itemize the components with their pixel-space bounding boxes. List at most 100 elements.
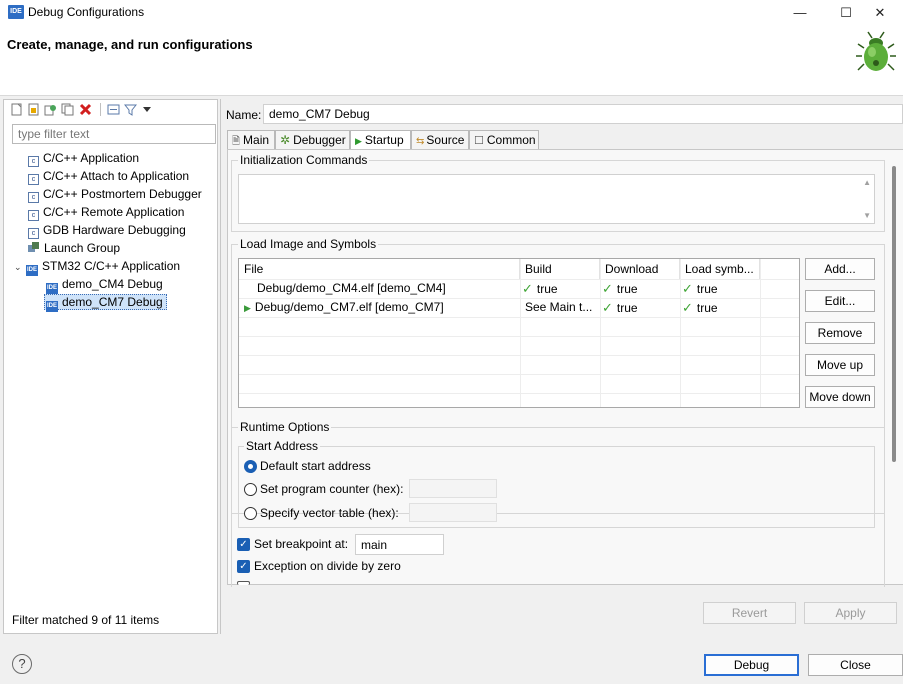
chevron-down-icon[interactable]: ⌄ [14,258,26,276]
window-title: Debug Configurations [28,5,145,19]
tree-item-c-remote[interactable]: c C/C++ Remote Application [14,203,202,221]
partial-checkbox[interactable] [237,581,250,585]
c-config-icon: c [28,174,39,185]
view-menu-icon[interactable] [141,103,154,116]
vector-table-input [409,503,497,522]
bug-icon [856,31,896,71]
scroll-down-icon[interactable]: ▼ [863,211,871,220]
init-commands-title: Initialization Commands [238,153,370,167]
load-image-title: Load Image and Symbols [238,237,379,251]
debugger-bug-icon: ✲ [280,133,291,147]
table-row-download[interactable]: ✓ true [602,298,638,317]
configuration-tree: c C/C++ Application c C/C++ Attach to Appl… [14,149,202,312]
name-input[interactable]: demo_CM7 Debug [263,104,903,124]
move-down-button[interactable]: Move down [805,386,875,408]
revert-button[interactable]: Revert [703,602,796,624]
set-breakpoint-checkbox[interactable]: ✓ [237,538,250,551]
default-start-address-radio[interactable] [244,460,257,473]
init-commands-textarea[interactable]: ▲ ▼ [238,174,875,224]
vector-table-radio[interactable] [244,507,257,520]
configuration-editor-panel: Name: demo_CM7 Debug 🗎 Main ✲ Debugger ▶ St… [220,99,903,634]
table-row-file[interactable]: Debug/demo_CM4.elf [demo_CM4] [257,279,446,298]
dialog-footer: ? Debug Close [0,634,903,684]
check-icon: ✓ [522,281,533,296]
tree-item-c-application[interactable]: c C/C++ Application [14,149,202,167]
table-row-build[interactable]: ✓ true [522,279,558,298]
column-download[interactable]: Download [600,259,680,279]
ide-icon: IDE [46,301,58,312]
set-program-counter-radio[interactable] [244,483,257,496]
tab-debugger[interactable]: ✲ Debugger [275,130,350,150]
debug-button[interactable]: Debug [704,654,799,676]
column-load-symbols[interactable]: Load symb... [680,259,760,279]
startup-arrow-icon: ▶ [244,303,251,313]
export-configuration-icon[interactable] [44,103,57,116]
scroll-up-icon[interactable]: ▲ [863,178,871,187]
play-icon: ▶ [355,136,362,146]
c-config-icon: c [28,156,39,167]
c-config-icon: c [28,192,39,203]
column-build[interactable]: Build [520,259,600,279]
collapse-all-icon[interactable] [107,103,120,116]
new-configuration-icon[interactable] [10,103,23,116]
table-row-load[interactable]: ✓ true [682,298,718,317]
edit-button[interactable]: Edit... [805,290,875,312]
tab-startup[interactable]: ▶ Startup [350,130,411,151]
program-counter-input [409,479,497,498]
check-icon: ✓ [682,281,693,296]
table-row-build[interactable]: See Main t... [525,298,592,317]
document-icon: 🗎 [232,136,241,147]
tree-item-demo-cm4[interactable]: IDE demo_CM4 Debug [14,275,202,294]
startup-tab-content: Initialization Commands ▲ ▼ Load Image a… [227,149,903,587]
check-icon: ✓ [602,300,613,315]
set-program-counter-label: Set program counter (hex): [260,482,404,496]
filter-input[interactable]: type filter text [12,124,216,144]
filter-status: Filter matched 9 of 11 items [12,613,160,627]
duplicate-configuration-icon[interactable] [61,103,74,116]
tree-item-gdb-hardware[interactable]: c GDB Hardware Debugging [14,221,202,239]
close-window-button[interactable]: ✕ [857,0,903,26]
title-bar: IDE Debug Configurations — ☐ ✕ [0,0,903,26]
help-icon[interactable]: ? [12,654,32,674]
tab-main[interactable]: 🗎 Main [227,130,275,150]
dialog-header: Create, manage, and run configurations [0,26,903,96]
breakpoint-input[interactable]: main [355,534,444,555]
column-file[interactable]: File [239,259,520,279]
load-image-table: File Build Download Load symb... Debug/d… [238,258,800,408]
check-icon: ✓ [682,300,693,315]
app-icon: IDE [8,5,24,19]
check-icon: ✓ [602,281,613,296]
tree-item-c-postmortem[interactable]: c C/C++ Postmortem Debugger [14,185,202,203]
common-icon: ☐ [474,135,484,147]
remove-button[interactable]: Remove [805,322,875,344]
ide-icon: IDE [26,265,38,276]
table-row-file[interactable]: ▶ Debug/demo_CM7.elf [demo_CM7] [244,298,444,317]
start-address-title: Start Address [244,439,321,453]
tab-source[interactable]: ⇆ Source [411,130,469,150]
c-config-icon: c [28,228,39,239]
tree-item-launch-group[interactable]: Launch Group [14,239,202,257]
close-button[interactable]: Close [808,654,903,676]
name-label: Name: [226,108,262,122]
minimize-button[interactable]: — [777,0,823,26]
runtime-options-title: Runtime Options [238,420,332,434]
new-prototype-icon[interactable] [27,103,40,116]
tree-item-demo-cm7[interactable]: IDE demo_CM7 Debug [14,293,202,312]
header-title: Create, manage, and run configurations [7,37,253,52]
vertical-scrollbar[interactable] [892,166,896,462]
c-config-icon: c [28,210,39,221]
configuration-list-panel: type filter text c C/C++ Application c C/C… [3,99,218,634]
move-up-button[interactable]: Move up [805,354,875,376]
tree-item-c-attach[interactable]: c C/C++ Attach to Application [14,167,202,185]
exception-divide-checkbox[interactable]: ✓ [237,560,250,573]
apply-button[interactable]: Apply [804,602,897,624]
table-row-load[interactable]: ✓ true [682,279,718,298]
vector-table-label: Specify vector table (hex): [260,506,399,520]
add-button[interactable]: Add... [805,258,875,280]
filter-icon[interactable] [123,103,138,116]
launch-group-icon [28,240,40,252]
tree-item-stm32-application[interactable]: ⌄ IDE STM32 C/C++ Application [14,257,202,276]
tab-common[interactable]: ☐ Common [469,130,539,150]
delete-configuration-icon[interactable] [79,103,92,116]
table-row-download[interactable]: ✓ true [602,279,638,298]
